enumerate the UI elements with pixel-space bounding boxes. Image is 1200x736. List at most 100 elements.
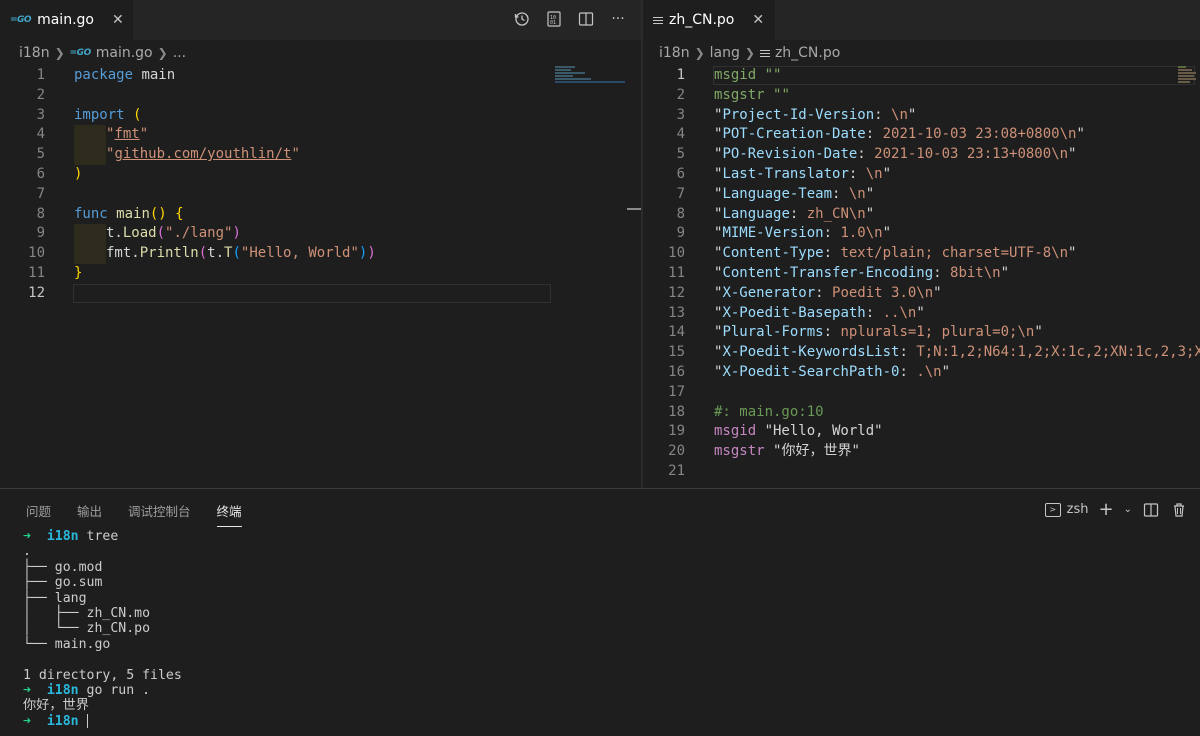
tab-problems[interactable]: 问题 <box>26 501 51 527</box>
code-line[interactable]: 8 "Language: zh_CN\n" <box>643 205 1200 225</box>
code-line[interactable]: 17 <box>643 383 1200 403</box>
line-number: 7 <box>36 185 45 202</box>
code-line[interactable]: 9 "MIME-Version: 1.0\n" <box>643 224 1200 244</box>
code-text: func main() { <box>74 205 184 225</box>
code-line[interactable]: 8 func main() { <box>0 205 641 225</box>
code-line[interactable]: 4 " POT-Creation-Date: 2021-10-03 23:08+08… <box>643 125 1200 145</box>
code-text: msgid "Hello, World" <box>714 422 883 442</box>
code-line[interactable]: 1 package main <box>0 66 641 86</box>
line-number: 8 <box>676 205 685 222</box>
code-line[interactable]: 7 "Language-Team: \n" <box>643 185 1200 205</box>
code-line[interactable]: 12 "X-Generator: Poedit 3.0\n" <box>643 284 1200 304</box>
line-number: 2 <box>676 86 685 103</box>
po-file-icon <box>653 15 663 26</box>
indent-guide <box>74 145 106 165</box>
minimap-row <box>1178 81 1190 83</box>
code-line[interactable]: 2 <box>0 86 641 106</box>
terminal-line: ➜ i18n tree <box>23 529 182 544</box>
code-line[interactable]: 11 "Content-Transfer-Encoding: 8bit\n" <box>643 264 1200 284</box>
code-token: \n <box>865 165 883 182</box>
split-editor-icon[interactable] <box>577 10 595 28</box>
scrollbar-marker[interactable] <box>627 208 641 210</box>
code-line[interactable]: 13 "X-Poedit-Basepath: ..\n" <box>643 304 1200 324</box>
code-token: ( <box>232 245 241 262</box>
code-editor[interactable]: 1 package main 2 3 import (4 "fmt" 5 "github.co… <box>0 66 641 304</box>
code-token: : <box>823 324 841 341</box>
code-line[interactable]: 5 "github.com/youthlin/t" <box>0 145 641 165</box>
split-terminal-icon[interactable] <box>1142 501 1160 519</box>
code-line[interactable]: 7 <box>0 185 641 205</box>
code-line[interactable]: 6 "Last-Translator: \n" <box>643 165 1200 185</box>
terminal-output[interactable]: ➜ i18n tree. ├── go.mod ├── go.sum ├── lang… <box>23 529 182 729</box>
left-editor-group: =GO main.go ✕ 10 01 ··· i18n ❯ =GO main.g… <box>0 0 641 488</box>
code-line[interactable]: 4 "fmt" <box>0 125 641 146</box>
code-token: t. <box>207 245 225 262</box>
code-line[interactable]: 12 <box>0 283 641 304</box>
code-line[interactable]: 1 msgid "" <box>643 66 1200 86</box>
code-line[interactable]: 20 msgstr "你好，世界" <box>643 442 1200 462</box>
code-line[interactable]: 10 fmt.Println(t.T("Hello, World")) <box>0 244 641 264</box>
minimap[interactable] <box>1178 66 1198 96</box>
left-tab-bar: =GO main.go ✕ 10 01 ··· <box>0 0 641 40</box>
code-line[interactable]: 21 <box>643 462 1200 482</box>
code-line[interactable]: 9 t.Load("./lang") <box>0 224 641 245</box>
code-token: Language-Team <box>722 185 833 202</box>
tab-output[interactable]: 输出 <box>77 501 102 527</box>
code-line[interactable]: 15 "X-Poedit-KeywordsList: T;N:1,2;N64:1,… <box>643 343 1200 363</box>
terminal-token: ├── go.sum <box>23 575 103 591</box>
timeline-history-icon[interactable] <box>513 10 531 28</box>
breadcrumb-folder[interactable]: lang <box>710 45 740 61</box>
code-token: "./lang" <box>165 225 233 242</box>
code-token: X-Poedit-SearchPath-0 <box>722 363 900 380</box>
code-line[interactable]: 16 "X-Poedit-SearchPath-0: .\n" <box>643 363 1200 383</box>
code-token: 8bit\n <box>950 264 1001 281</box>
terminal-token: i18n <box>46 529 79 544</box>
code-line[interactable]: 3 "Project-Id-Version: \n" <box>643 106 1200 126</box>
tab-zh-cn-po[interactable]: zh_CN.po ✕ <box>643 0 775 40</box>
code-line[interactable]: 19 msgid "Hello, World" <box>643 422 1200 442</box>
tab-main-go[interactable]: =GO main.go ✕ <box>0 0 133 40</box>
code-token: " <box>1068 146 1077 163</box>
minimap[interactable] <box>555 66 627 96</box>
code-line[interactable]: 2 msgstr "" <box>643 86 1200 106</box>
terminal-token: │ └── zh_CN.po <box>23 621 151 637</box>
breadcrumb-file[interactable]: main.go <box>96 45 153 61</box>
close-icon[interactable]: ✕ <box>752 12 764 28</box>
tab-terminal[interactable]: 终端 <box>216 501 242 527</box>
code-text: "Content-Transfer-Encoding: 8bit\n" <box>714 264 1009 284</box>
code-line[interactable]: 14 " Plural-Forms: nplurals=1; plural=0;\n… <box>643 323 1200 343</box>
breadcrumb-folder[interactable]: i18n <box>19 45 50 61</box>
code-token: main <box>116 205 150 222</box>
chevron-down-icon[interactable]: ⌄ <box>1124 504 1132 515</box>
line-number: 16 <box>668 363 685 380</box>
code-token: Project-Id-Version <box>722 106 875 123</box>
code-line[interactable]: 11} <box>0 264 641 284</box>
close-icon[interactable]: ✕ <box>112 12 124 28</box>
new-terminal-icon[interactable]: + <box>1099 499 1114 520</box>
binary-preview-icon[interactable]: 10 01 <box>545 10 563 28</box>
code-line[interactable]: 5 " PO-Revision-Date: 2021-10-03 23:13+080… <box>643 145 1200 165</box>
line-number: 14 <box>668 324 685 341</box>
more-actions-icon[interactable]: ··· <box>609 10 627 28</box>
terminal-line: ├── go.mod <box>23 560 182 575</box>
code-line[interactable]: 10 " Content-Type: text/plain; charset=UTF… <box>643 244 1200 264</box>
code-token: " <box>1068 245 1077 262</box>
code-line[interactable]: 18 #: main.go:10 <box>643 403 1200 423</box>
code-token: : <box>789 205 807 222</box>
code-line[interactable]: 6) <box>0 165 641 185</box>
right-editor-group: zh_CN.po ✕ i18n ❯ lang ❯ zh_CN.po 1 msgid… <box>643 0 1200 488</box>
tab-debug-console[interactable]: 调试控制台 <box>128 501 191 527</box>
breadcrumb-root[interactable]: i18n <box>659 45 690 61</box>
code-line[interactable]: 3 import ( <box>0 106 641 126</box>
line-number: 5 <box>676 146 685 163</box>
trash-icon[interactable] <box>1170 501 1188 519</box>
code-token: " <box>291 146 300 163</box>
panel-tabs: 问题 输出 调试控制台 终端 <box>26 501 242 527</box>
code-token: package <box>74 67 142 83</box>
breadcrumb-symbol[interactable]: ... <box>173 45 186 61</box>
terminal-line: 你好，世界 <box>23 698 182 713</box>
terminal-line: . <box>23 544 182 559</box>
breadcrumb-file[interactable]: zh_CN.po <box>775 45 840 61</box>
terminal-shell-selector[interactable]: > zsh <box>1044 502 1089 517</box>
code-editor[interactable]: 1 msgid "" 2 msgstr "" 3 "Project-Id-Version:… <box>643 66 1200 482</box>
